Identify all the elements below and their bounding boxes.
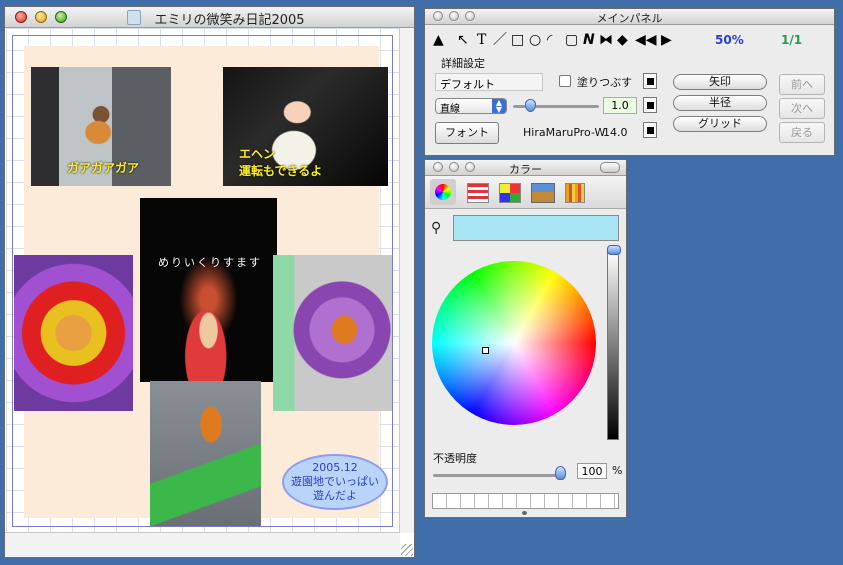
color-wheel-cursor[interactable] [482,347,489,354]
horizontal-scrollbar[interactable] [5,532,400,557]
caption-ehen-line1: エヘン [239,147,276,161]
text-tool-icon[interactable]: T [477,31,486,49]
caption-christmas: めりいくりすます [158,256,262,269]
fill-checkbox[interactable] [559,75,571,87]
close-button[interactable] [15,11,27,23]
brightness-slider-thumb[interactable] [607,245,621,255]
color-panel-titlebar[interactable]: カラー [425,160,626,176]
tool-palette: ▲ ↖ T ／ □ ○ ◜ ▢ N ⧓ ◆ ◀◀ ▶ [431,31,731,51]
color-sliders-tab-icon[interactable] [467,183,489,203]
back-button[interactable]: 戻る [779,122,825,143]
fill-checkbox-label: 塗りつぶす [577,76,633,89]
bubble-line2: 遊園地でいっぱい [291,475,379,488]
radius-button[interactable]: 半径 [673,95,767,111]
document-canvas[interactable]: ガアガアガア エヘン 運転もできるよ めりいくりすます 2005.12 遊園地で… [6,28,400,533]
rotate-left-icon[interactable]: ◀◀ [635,31,657,49]
caption-gaagaa: ガアガアガア [67,161,140,175]
color-panel-title: カラー [509,163,542,176]
grid-button[interactable]: グリッド [673,116,767,132]
swatch-strip-drag-handle[interactable] [522,511,527,515]
photo-green-slide[interactable] [150,381,261,526]
font-button[interactable]: フォント [435,122,499,144]
document-title: エミリの微笑み日記2005 [154,13,305,28]
font-name: HiraMaruPro-W [523,126,606,139]
main-panel-title: メインパネル [596,12,663,25]
style-field[interactable]: デフォルト [435,73,543,91]
arrow-button[interactable]: 矢印 [673,74,767,90]
font-size: 14.0 [603,126,628,139]
line-width-field[interactable]: 1.0 [603,97,637,114]
opacity-slider-thumb[interactable] [555,466,566,480]
move-front-icon[interactable]: ▲ [433,31,444,49]
fill-color-swatch[interactable] [643,73,657,89]
prev-button[interactable]: 前へ [779,74,825,95]
color-swatch-strip[interactable] [432,493,619,509]
color-wheel[interactable] [432,261,596,425]
next-button[interactable]: 次へ [779,98,825,119]
vertical-scrollbar[interactable] [399,28,414,533]
select-stepper-icon: ▲ ▼ [492,99,506,114]
color-wheel-tab-icon[interactable] [430,179,456,205]
photo-driving[interactable]: エヘン 運転もできるよ [223,67,388,186]
opacity-unit: % [612,464,623,477]
main-panel: メインパネル ▲ ↖ T ／ □ ○ ◜ ▢ N ⧓ ◆ ◀◀ ▶ 50% 1/… [424,8,835,156]
zoom-readout: 50% [715,33,744,47]
detail-settings-label: 詳細設定 [441,57,485,70]
text-color-swatch[interactable] [643,122,657,138]
eyedropper-search-icon[interactable]: ⚲ [431,220,441,236]
select-arrow-icon[interactable]: ↖ [457,31,469,49]
crayons-tab-icon[interactable] [565,183,585,203]
caption-bubble[interactable]: 2005.12 遊園地でいっぱい 遊んだよ [282,454,388,510]
bubble-line3: 遊んだよ [313,489,357,502]
flip-vertical-icon[interactable]: ◆ [617,31,628,49]
photo-christmas[interactable]: めりいくりすます [140,198,277,382]
color-mode-tabs [425,176,626,209]
line-type-value: 直線 [440,104,460,115]
line-color-swatch[interactable] [643,97,657,113]
bubble-line1: 2005.12 [312,461,358,474]
document-window: エミリの微笑み日記2005 ガアガアガア エヘン 運転もできるよ めりいくりすま… [4,6,415,558]
document-titlebar[interactable]: エミリの微笑み日記2005 [5,7,414,28]
circle-tool-icon[interactable]: ○ [529,31,541,49]
arc-tool-icon[interactable]: ◜ [547,31,552,49]
line-width-slider-thumb[interactable] [525,99,536,112]
line-tool-icon[interactable]: ／ [493,31,507,49]
brightness-slider[interactable] [607,250,619,440]
photo-tube-slide[interactable] [14,255,133,411]
round-rect-tool-icon[interactable]: ▢ [565,31,578,49]
freehand-tool-icon[interactable]: N [583,31,595,49]
main-panel-titlebar[interactable]: メインパネル [425,9,834,25]
rotate-right-icon[interactable]: ▶ [661,31,672,49]
toolbar-toggle-button[interactable] [600,162,620,173]
opacity-slider[interactable] [433,474,565,477]
color-panel: カラー ⚲ 不透明度 100 % [424,159,627,518]
caption-ehen-line2: 運転もできるよ [239,164,323,178]
image-palettes-tab-icon[interactable] [531,183,555,203]
line-type-select[interactable]: 直線 ▲ ▼ [435,98,507,115]
photo-purple-tube[interactable] [273,255,392,411]
flip-horizontal-icon[interactable]: ⧓ [599,31,613,49]
opacity-field[interactable]: 100 [577,463,607,479]
resize-grip-icon[interactable] [401,544,413,556]
color-palettes-tab-icon[interactable] [499,183,521,203]
opacity-label: 不透明度 [433,452,477,465]
photo-gaagaa[interactable]: ガアガアガア [31,67,171,186]
rect-tool-icon[interactable]: □ [511,31,524,49]
current-color-well[interactable] [453,215,619,241]
page-readout: 1/1 [781,33,803,47]
